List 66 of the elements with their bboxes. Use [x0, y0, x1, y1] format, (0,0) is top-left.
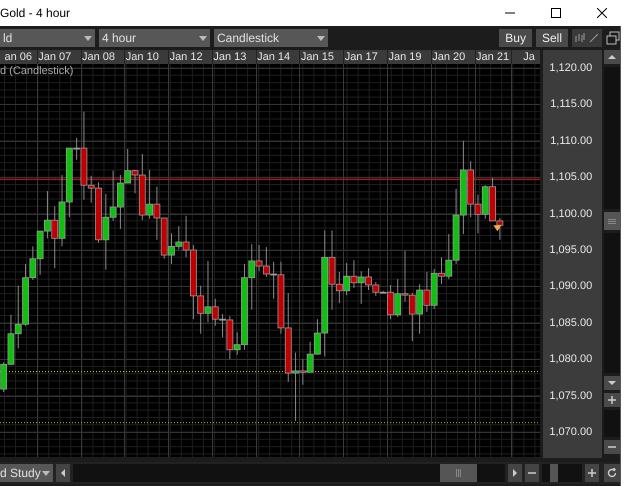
grip-icon [456, 469, 461, 477]
scroll-right-icon [511, 469, 519, 477]
reset-button[interactable] [604, 464, 620, 482]
zoom-out-button[interactable] [604, 440, 620, 454]
date-label: Jan 20 [432, 50, 466, 64]
study-dropdown[interactable]: d Study [0, 464, 53, 482]
date-label: an 06 [4, 50, 32, 64]
bars-icon[interactable] [575, 33, 585, 43]
price-label: 1,115.00 [550, 98, 592, 110]
scroll-thumb[interactable] [604, 212, 620, 230]
dropdown[interactable]: ld [0, 29, 95, 47]
date-label: Jan 17 [344, 50, 378, 64]
trade-button[interactable]: Sell [536, 29, 568, 47]
price-label: 1,075.00 [549, 390, 592, 402]
price-label: 1,070.00 [549, 426, 592, 438]
date-label: Jan 07 [38, 50, 72, 64]
line-icon[interactable] [589, 33, 599, 43]
zoom-in-icon [588, 469, 596, 477]
zoom-track[interactable] [604, 410, 620, 437]
reset-icon [607, 468, 617, 478]
window-title: Gold - 4 hour [0, 6, 72, 20]
zoom-in-button[interactable] [604, 393, 620, 407]
caret-icon [84, 36, 92, 40]
price-label: 1,100.00 [549, 208, 592, 220]
zoom-out-button[interactable] [525, 464, 539, 482]
chart-legend: d (Candlestick) [0, 65, 74, 77]
caret-icon [42, 470, 50, 476]
scroll-track[interactable] [604, 67, 620, 209]
dropdown[interactable]: 4 hour [99, 29, 210, 47]
scroll-left-button[interactable] [56, 464, 70, 482]
date-label: Jan 15 [300, 50, 334, 64]
date-label: Jan 10 [126, 50, 159, 64]
date-label: Jan 08 [82, 50, 116, 64]
price-label: 1,110.00 [550, 134, 592, 147]
scroll-down-icon [608, 379, 616, 387]
price-label: 1,085.00 [549, 316, 592, 329]
triangle-icon [493, 225, 502, 232]
scroll-thumb[interactable] [440, 464, 477, 482]
date-label: Jan 21 [476, 50, 510, 64]
date-label: Jan 19 [388, 50, 422, 64]
trade-button[interactable]: Buy [499, 29, 532, 47]
zoom-in-icon [608, 396, 616, 404]
zoom-in-button[interactable] [585, 464, 599, 482]
grip-icon [608, 218, 616, 224]
caret-icon [317, 36, 325, 40]
price-label: 1,095.00 [549, 244, 592, 256]
scroll-left-icon [59, 469, 67, 477]
scroll-track[interactable] [604, 233, 620, 373]
close-icon[interactable] [597, 8, 607, 18]
scroll-right-button[interactable] [508, 464, 522, 482]
price-label: 1,090.00 [549, 280, 592, 292]
price-label: 1,120.00 [549, 62, 592, 74]
scroll-down-button[interactable] [604, 376, 620, 390]
date-label: Jan 14 [257, 50, 290, 64]
maximize-icon[interactable] [551, 8, 561, 18]
scroll-up-button[interactable] [604, 50, 620, 64]
caret-icon [199, 36, 207, 40]
date-label: Jan 13 [213, 50, 246, 64]
date-label: Ja [523, 50, 535, 64]
zoom-slider-handle[interactable] [550, 464, 558, 482]
scroll-up-icon [608, 53, 616, 61]
price-label: 1,080.00 [549, 353, 592, 366]
dropdown[interactable]: Candlestick [214, 29, 328, 47]
price-label: 1,105.00 [549, 171, 592, 184]
date-label: Jan 12 [170, 50, 203, 64]
windows-icon[interactable] [606, 31, 620, 45]
